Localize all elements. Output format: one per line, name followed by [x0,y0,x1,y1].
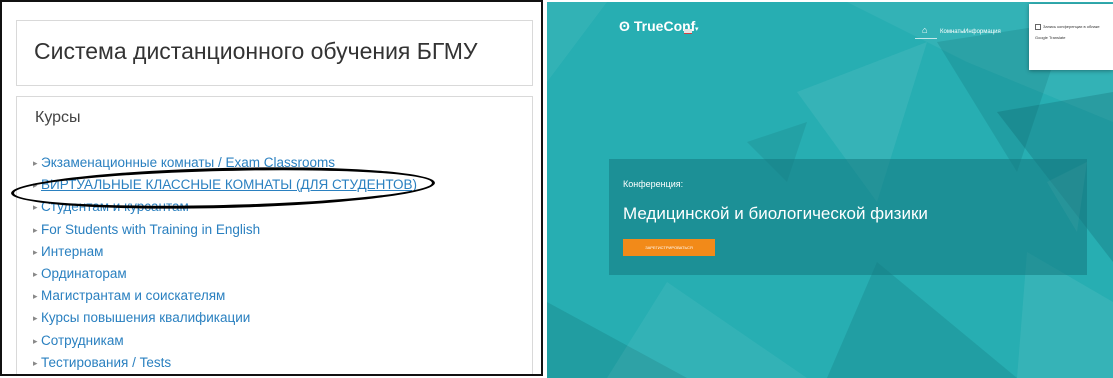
nav-rooms-link[interactable]: Комнаты [940,29,965,35]
course-list-item: ▸ Экзаменационные комнаты / Exam Classroo… [33,152,417,174]
active-nav-underline [915,38,937,39]
bullet-icon: ▸ [33,357,38,368]
language-flag-icon[interactable] [684,29,692,34]
course-list-item: ▸ Тестирования / Tests [33,352,417,374]
course-link[interactable]: Тестирования / Tests [41,352,171,374]
screenshot-composite: Система дистанционного обучения БГМУ Кур… [0,0,1113,378]
home-icon[interactable]: ⌂ [922,25,927,35]
courses-section: Курсы ▸ Экзаменационные комнаты / Exam Cl… [16,96,533,374]
bullet-icon: ▸ [33,224,38,235]
conference-label: Конференция: [623,179,684,189]
bullet-icon: ▸ [33,313,38,324]
course-link[interactable]: ВИРТУАЛЬНЫЕ КЛАССНЫЕ КОМНАТЫ (ДЛЯ СТУДЕН… [41,174,417,196]
course-link[interactable]: For Students with Training in English [41,219,260,241]
dropdown-item-label: Запись конференции в облаке [1043,24,1100,30]
register-button[interactable]: ЗАРЕГИСТРИРОВАТЬСЯ [623,239,715,256]
site-header: Система дистанционного обучения БГМУ [16,20,533,86]
course-link[interactable]: Магистрантам и соискателям [41,285,225,307]
logo-icon: ʘ [619,18,630,34]
courses-heading: Курсы [35,109,81,126]
bullet-icon: ▸ [33,158,38,169]
conference-card: Конференция: Медицинской и биологической… [609,159,1087,275]
course-list-item: ▸ Магистрантам и соискателям [33,285,417,307]
bullet-icon: ▸ [33,202,38,213]
dropdown-menu: Запись конференции в облаке Google Trans… [1029,4,1113,70]
course-list-item: ▸ Студентам и курсантам [33,196,417,218]
course-list-item: ▸ Ординаторам [33,263,417,285]
course-list-item: ▸ Интернам [33,241,417,263]
dropdown-item-record[interactable]: Запись конференции в облаке [1035,24,1100,30]
course-link[interactable]: Курсы повышения квалификации [41,307,250,329]
course-link[interactable]: Экзаменационные комнаты / Exam Classroom… [41,152,335,174]
bullet-icon: ▸ [33,335,38,346]
course-list: ▸ Экзаменационные комнаты / Exam Classroo… [33,152,417,374]
nav-info-link[interactable]: Информация [964,29,1001,35]
course-list-item: ▸ For Students with Training in English [33,219,417,241]
moodle-panel: Система дистанционного обучения БГМУ Кур… [0,0,543,376]
chevron-down-icon[interactable]: ▾ [695,25,699,33]
course-link[interactable]: Интернам [41,241,103,263]
course-link[interactable]: Сотрудникам [41,330,124,352]
bullet-icon: ▸ [33,269,38,280]
bullet-icon: ▸ [33,180,38,191]
trueconf-panel: ʘ TrueConf ▾ ⌂ Комнаты Информация Запись… [547,2,1113,378]
checkbox-icon[interactable] [1035,24,1041,30]
course-list-item: ▸ ВИРТУАЛЬНЫЕ КЛАССНЫЕ КОМНАТЫ (ДЛЯ СТУДЕ… [33,174,417,196]
course-link[interactable]: Ординаторам [41,263,127,285]
course-link[interactable]: Студентам и курсантам [41,196,189,218]
conference-title: Медицинской и биологической физики [623,204,928,223]
course-list-item: ▸ Курсы повышения квалификации [33,307,417,329]
course-list-item: ▸ Сотрудникам [33,330,417,352]
dropdown-item-translate[interactable]: Google Translate [1035,35,1065,40]
site-title: Система дистанционного обучения БГМУ [34,38,478,64]
bullet-icon: ▸ [33,246,38,257]
bullet-icon: ▸ [33,291,38,302]
